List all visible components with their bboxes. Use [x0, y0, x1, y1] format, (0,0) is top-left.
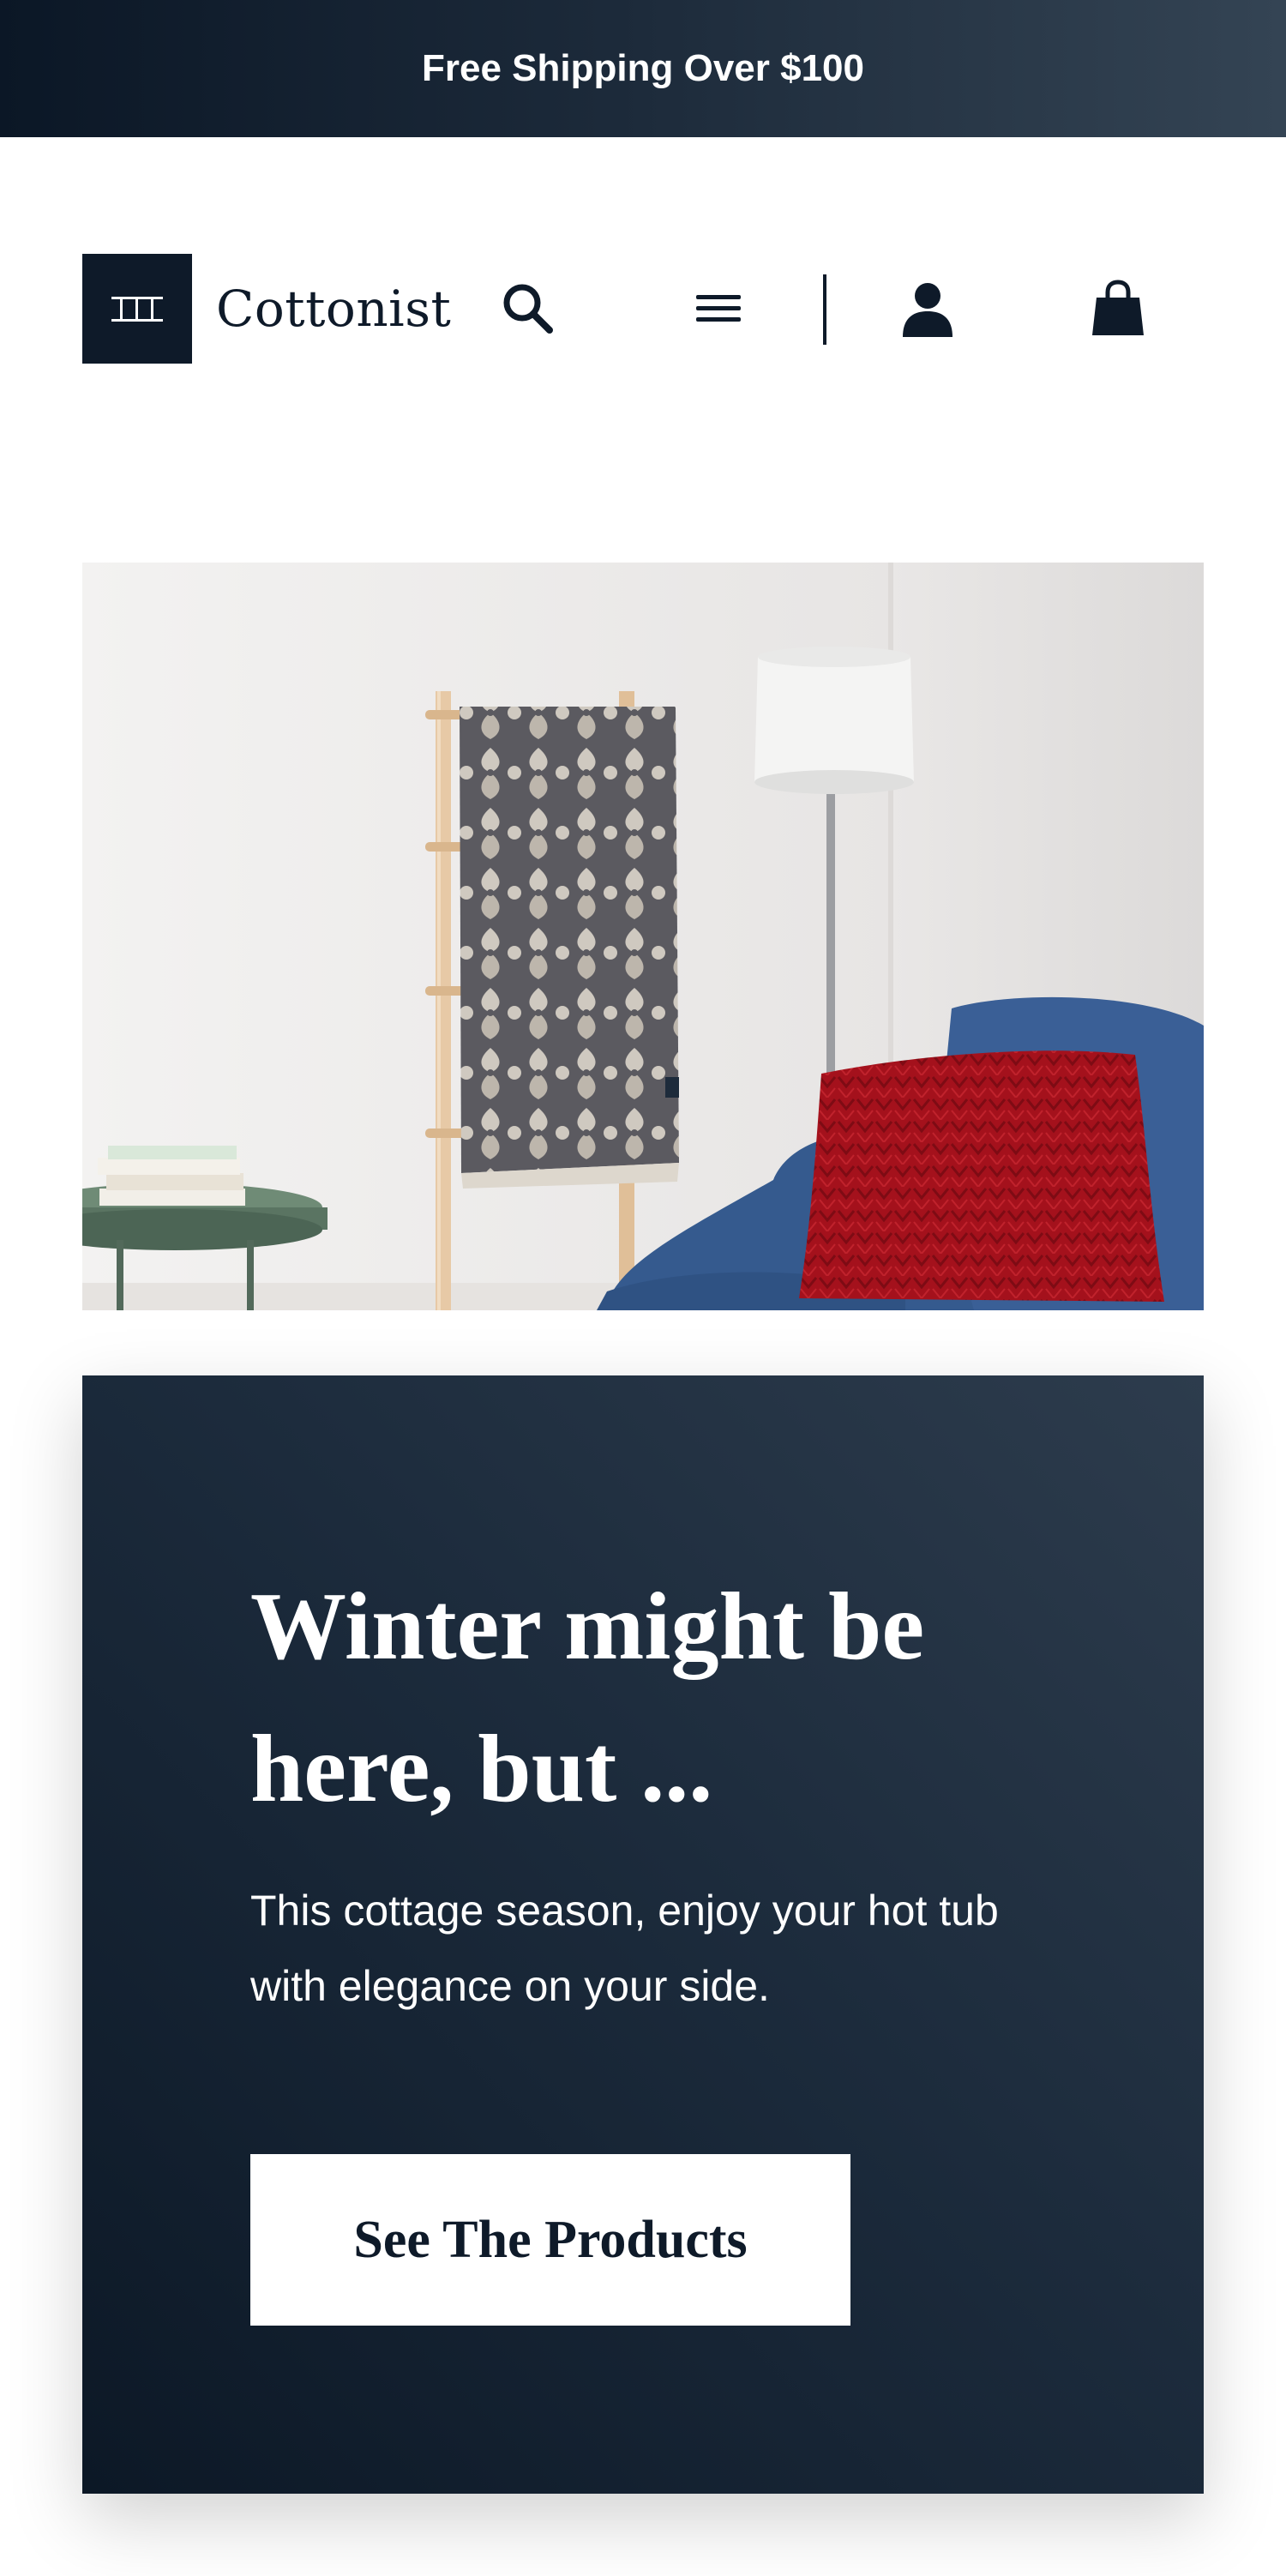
hero-image — [82, 563, 1204, 1310]
user-icon — [903, 283, 952, 337]
brand-logo[interactable]: Cottonist — [82, 254, 451, 364]
announcement-bar: Free Shipping Over $100 — [0, 0, 1286, 137]
shopping-bag-icon — [1092, 280, 1144, 335]
announcement-text: Free Shipping Over $100 — [422, 47, 864, 89]
account-button[interactable] — [886, 268, 969, 350]
brand-logo-mark — [82, 254, 192, 364]
cart-button[interactable] — [1077, 268, 1159, 350]
header-divider — [823, 274, 826, 345]
promo-title: Winter might be here, but ... — [250, 1574, 925, 1822]
site-header: Cottonist — [0, 137, 1286, 480]
hamburger-menu-icon — [696, 295, 741, 322]
search-icon — [503, 284, 553, 334]
see-products-button[interactable]: See The Products — [250, 2154, 850, 2326]
promo-card: Winter might be here, but ... This cotta… — [82, 1375, 1204, 2494]
brand-name: Cottonist — [216, 280, 452, 338]
menu-button[interactable] — [677, 268, 760, 350]
promo-body: This cottage season, enjoy your hot tub … — [250, 1887, 999, 2010]
search-button[interactable] — [487, 268, 569, 350]
